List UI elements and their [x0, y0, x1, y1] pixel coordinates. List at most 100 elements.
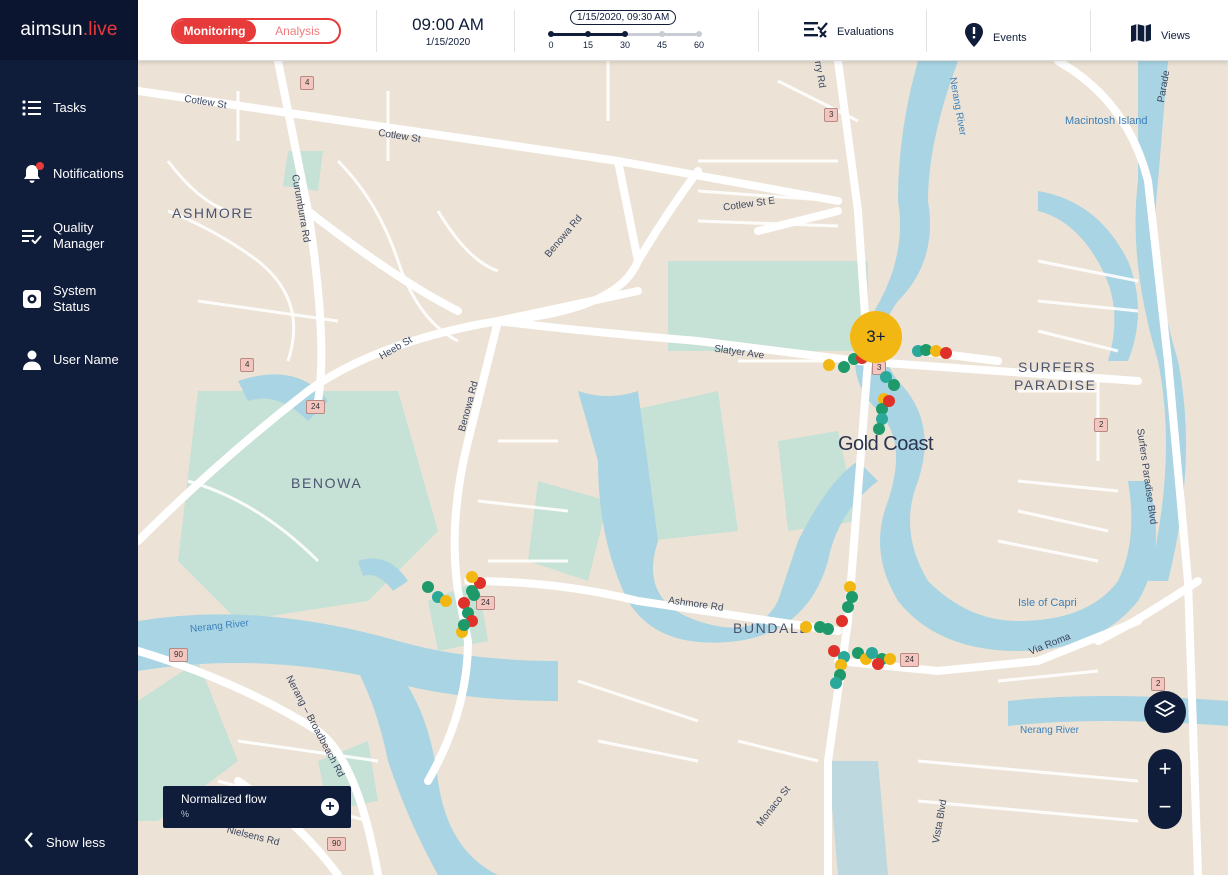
show-less-button[interactable]: Show less [0, 832, 138, 853]
divider [376, 10, 377, 52]
flow-detector-dot[interactable] [468, 589, 480, 601]
flow-detector-dot[interactable] [838, 361, 850, 373]
water-label: Isle of Capri [1018, 597, 1077, 609]
timeline-tick-dot[interactable] [548, 31, 554, 37]
evaluations-button[interactable]: Evaluations [804, 20, 894, 43]
timeline-tick-label: 45 [656, 40, 668, 50]
flow-detector-dot[interactable] [458, 619, 470, 631]
route-shield: 90 [327, 837, 346, 851]
views-label: Views [1161, 29, 1191, 42]
timeline-tick-label: 15 [582, 40, 594, 50]
monitoring-tab[interactable]: Monitoring [173, 20, 256, 42]
divider [926, 10, 927, 52]
water-label: Macintosh Island [1065, 115, 1148, 127]
route-shield: 4 [300, 76, 315, 90]
clock-time: 09:00 AM [412, 15, 484, 34]
checklist-icon [20, 224, 44, 248]
evaluations-icon [804, 20, 828, 43]
flow-detector-dot[interactable] [842, 601, 854, 613]
flow-detector-dot[interactable] [814, 621, 826, 633]
sidebar-item-label: Quality Manager [53, 220, 105, 251]
divider [514, 10, 515, 52]
views-button[interactable]: Views [1130, 23, 1190, 48]
sidebar-item-label: System Status [53, 283, 97, 314]
logo[interactable]: aimsun.live [0, 0, 138, 60]
sidebar-item-label: Tasks [53, 100, 87, 115]
route-shield: 2 [1151, 677, 1166, 691]
chevron-left-icon [24, 832, 34, 853]
analysis-tab[interactable]: Analysis [256, 20, 339, 42]
sidebar-item-notifications[interactable]: Notifications [0, 162, 138, 186]
route-shield: 24 [900, 653, 919, 667]
zoom-control: + − [1148, 749, 1182, 829]
flow-detector-dot[interactable] [823, 359, 835, 371]
suburb-label: PARADISE [1014, 377, 1097, 393]
gear-icon [20, 287, 44, 311]
sidebar: aimsun.live Tasks Notifications Quality … [0, 0, 138, 875]
route-shield: 3 [824, 108, 839, 122]
timeline-tick-dot[interactable] [696, 31, 702, 37]
suburb-label: ASHMORE [172, 205, 254, 221]
flow-detector-dot[interactable] [836, 615, 848, 627]
street-label: Nerang River [1020, 725, 1079, 736]
map-pin-alert-icon [964, 23, 984, 52]
flow-detector-dot[interactable] [884, 653, 896, 665]
legend-panel: Normalized flow % + [163, 786, 351, 828]
show-less-label: Show less [46, 834, 106, 850]
timeline-tick-label: 30 [619, 40, 631, 50]
flow-detector-dot[interactable] [883, 395, 895, 407]
layers-icon [1154, 699, 1176, 726]
timeline-bubble: 1/15/2020, 09:30 AM [570, 10, 677, 25]
flow-detector-dot[interactable] [940, 347, 952, 359]
divider [1090, 10, 1091, 52]
flow-detector-dot[interactable] [440, 595, 452, 607]
suburb-label: BENOWA [291, 475, 363, 491]
sidebar-item-quality-manager[interactable]: Quality Manager [0, 220, 138, 252]
timeline-tick-dot[interactable] [622, 31, 628, 37]
sidebar-item-user[interactable]: User Name [0, 348, 138, 372]
sidebar-item-system-status[interactable]: System Status [0, 283, 138, 315]
flow-detector-dot[interactable] [830, 677, 842, 689]
timeline-tick-dot[interactable] [659, 31, 665, 37]
mode-toggle[interactable]: Monitoring Analysis [171, 18, 341, 44]
logo-text: aimsun [20, 19, 83, 40]
notification-badge [36, 162, 44, 170]
map-icon [1130, 23, 1152, 48]
flow-detector-dot[interactable] [888, 379, 900, 391]
route-shield: 2 [1094, 418, 1109, 432]
bell-icon [20, 162, 44, 186]
timeline-tick-label: 60 [693, 40, 705, 50]
events-button[interactable]: Events [964, 23, 1027, 52]
sidebar-item-tasks[interactable]: Tasks [0, 96, 138, 120]
sidebar-item-label: Notifications [53, 166, 124, 181]
clock: 09:00 AM 1/15/2020 [398, 15, 498, 48]
zoom-out-button[interactable]: − [1148, 787, 1182, 827]
user-icon [20, 348, 44, 372]
flow-detector-dot[interactable] [466, 571, 478, 583]
clock-date: 1/15/2020 [425, 37, 471, 48]
route-shield: 24 [306, 400, 325, 414]
timeline-tick-dot[interactable] [585, 31, 591, 37]
city-label: Gold Coast [838, 433, 934, 455]
route-shield: 4 [240, 358, 255, 372]
list-icon [20, 96, 44, 120]
suburb-label: BUNDALL [733, 620, 809, 636]
flow-detector-dot[interactable] [422, 581, 434, 593]
legend-add-button[interactable]: + [321, 798, 339, 816]
events-label: Events [993, 31, 1027, 44]
sidebar-item-label: User Name [53, 352, 119, 367]
divider [758, 10, 759, 52]
flow-detector-dot[interactable] [800, 621, 812, 633]
timeline-slider[interactable]: 1/15/2020, 09:30 AM 0 15 30 45 60 [546, 10, 706, 54]
logo-accent: .live [82, 19, 118, 40]
suburb-label: SURFERS [1018, 359, 1097, 375]
top-bar: Monitoring Analysis 09:00 AM 1/15/2020 1… [138, 0, 1228, 61]
flow-detector-dot[interactable] [872, 658, 884, 670]
event-cluster-marker[interactable]: 3+ [850, 311, 902, 363]
layers-button[interactable] [1144, 691, 1186, 733]
map-canvas[interactable]: ASHMORE BENOWA BUNDALL SURFERS PARADISE … [138, 61, 1228, 875]
evaluations-label: Evaluations [837, 25, 894, 38]
zoom-in-button[interactable]: + [1148, 749, 1182, 789]
timeline-tick-label: 0 [548, 40, 554, 50]
flow-detector-dot[interactable] [873, 423, 885, 435]
